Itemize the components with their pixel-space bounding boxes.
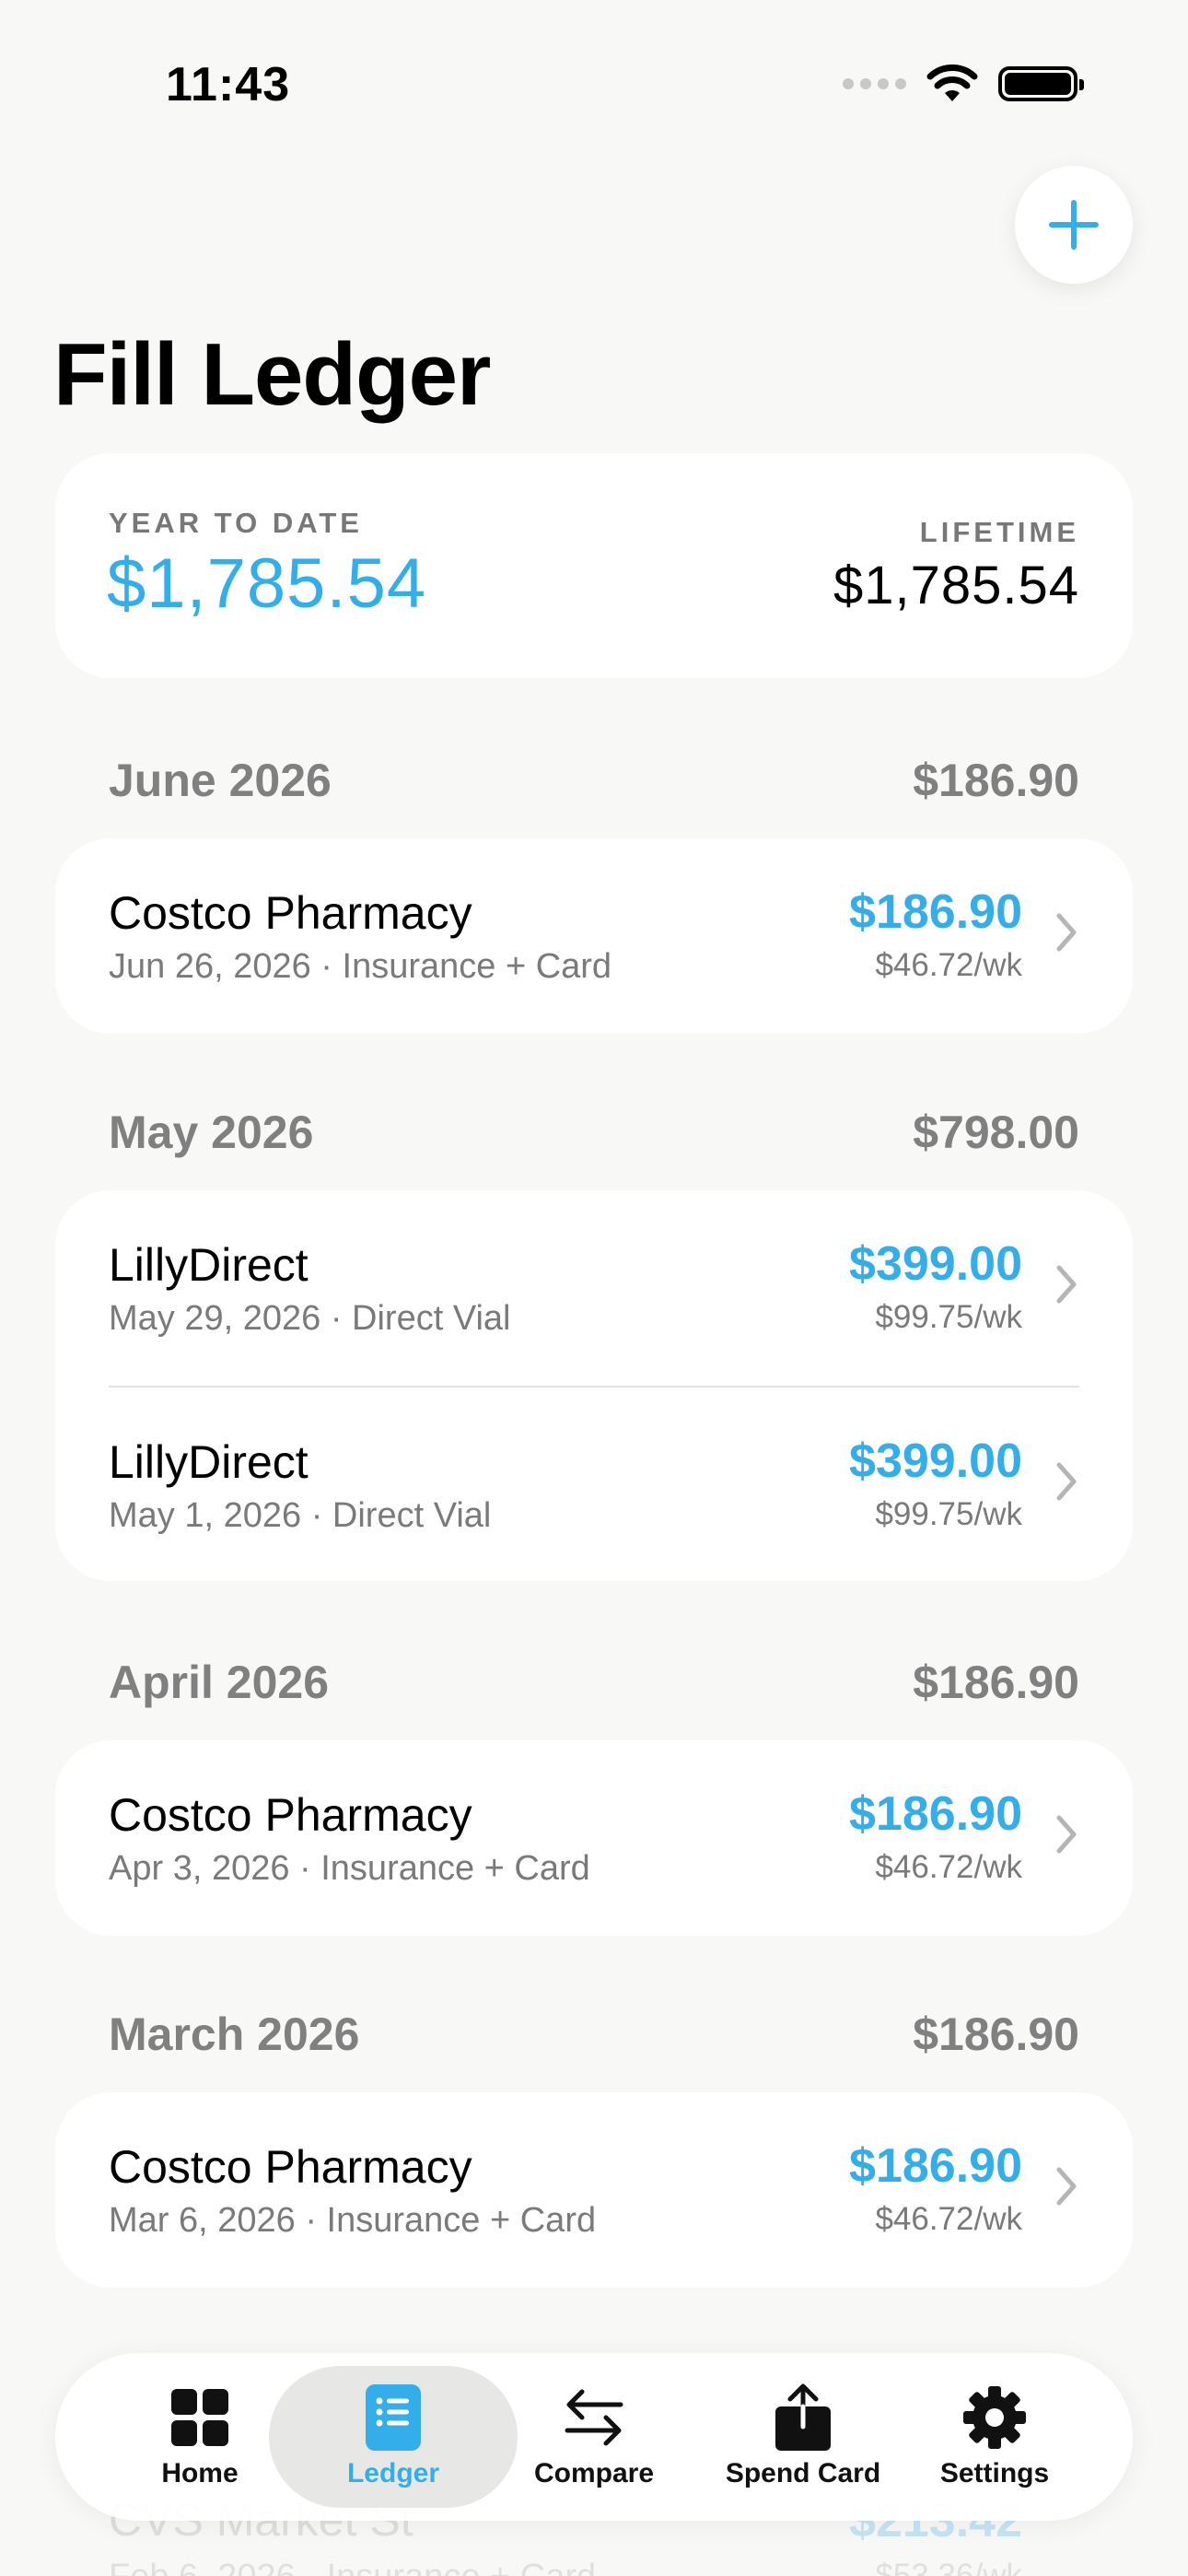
tab-label: Spend Card [725, 2458, 881, 2488]
tab-label: Ledger [346, 2458, 440, 2488]
summary-card: YEAR TO DATE $1,785.54 LIFETIME $1,785.5… [55, 453, 1133, 678]
tab-label: Home [161, 2458, 239, 2488]
fill-row[interactable]: Costco Pharmacy Jun 26, 2026 · Insurance… [55, 838, 1133, 1034]
fill-weekly: $46.72/wk [875, 2201, 1022, 2237]
chevron-right-icon [1056, 1265, 1077, 1304]
fill-weekly: $46.72/wk [875, 947, 1022, 983]
fill-meta: Mar 6, 2026 · Insurance + Card [109, 2201, 597, 2240]
plus-icon [1049, 200, 1099, 250]
tab-bar: Home Ledger Compare Spend Card Settings [55, 2353, 1133, 2521]
list-icon [360, 2384, 426, 2451]
ytd-label: YEAR TO DATE [109, 507, 363, 539]
month-label: May 2026 [109, 1107, 314, 1158]
gear-icon [961, 2384, 1028, 2451]
battery-icon [998, 66, 1084, 101]
lifetime-value: $1,785.54 [833, 556, 1079, 615]
wifi-icon [926, 64, 978, 101]
fill-vendor: Costco Pharmacy [109, 887, 472, 939]
month-total: $186.90 [913, 1657, 1079, 1708]
fill-row[interactable]: Costco Pharmacy Apr 3, 2026 · Insurance … [55, 1740, 1133, 1936]
fill-meta: Jun 26, 2026 · Insurance + Card [109, 947, 612, 986]
month-total: $186.90 [913, 755, 1079, 806]
month-header-march: March 2026 $186.90 [109, 2008, 1079, 2061]
signal-icon [843, 78, 906, 89]
month-label: April 2026 [109, 1657, 330, 1708]
fill-amount: $399.00 [849, 1237, 1022, 1291]
status-bar: 11:43 [0, 0, 1188, 138]
month-card-may: LillyDirect May 29, 2026 · Direct Vial $… [55, 1190, 1133, 1581]
grid-icon [167, 2384, 233, 2451]
tab-home[interactable]: Home [140, 2353, 260, 2521]
fill-weekly: $53.36/wk [875, 2558, 1022, 2576]
share-icon [770, 2383, 836, 2451]
fill-amount: $186.90 [849, 2139, 1022, 2193]
status-time: 11:43 [166, 58, 291, 111]
chevron-right-icon [1056, 1815, 1077, 1854]
month-header-may: May 2026 $798.00 [109, 1106, 1079, 1159]
fill-vendor: LillyDirect [109, 1239, 309, 1291]
chevron-right-icon [1056, 2167, 1077, 2206]
fill-weekly: $46.72/wk [875, 1849, 1022, 1885]
tab-label: Settings [939, 2458, 1050, 2488]
tab-ledger[interactable]: Ledger [324, 2353, 462, 2521]
status-icons [843, 64, 1084, 103]
tab-compare[interactable]: Compare [525, 2353, 663, 2521]
chevron-right-icon [1056, 1462, 1077, 1501]
month-label: March 2026 [109, 2008, 360, 2060]
tab-settings[interactable]: Settings [930, 2353, 1059, 2521]
fill-weekly: $99.75/wk [875, 1496, 1022, 1532]
page-title: Fill Ledger [53, 325, 491, 424]
add-fill-button[interactable] [1015, 166, 1133, 284]
month-header-april: April 2026 $186.90 [109, 1656, 1079, 1709]
month-card-march: Costco Pharmacy Mar 6, 2026 · Insurance … [55, 2092, 1133, 2288]
fill-amount: $399.00 [849, 1434, 1022, 1488]
month-total: $186.90 [913, 2008, 1079, 2060]
fill-meta: Feb 6, 2026 · Insurance + Card [109, 2558, 596, 2576]
fill-vendor: Costco Pharmacy [109, 1789, 472, 1841]
fill-meta: Apr 3, 2026 · Insurance + Card [109, 1849, 590, 1888]
fill-row[interactable]: LillyDirect May 1, 2026 · Direct Vial $3… [109, 1386, 1079, 1581]
fill-row[interactable]: Costco Pharmacy Mar 6, 2026 · Insurance … [55, 2092, 1133, 2288]
arrows-icon [561, 2384, 627, 2451]
fill-row[interactable]: LillyDirect May 29, 2026 · Direct Vial $… [55, 1190, 1133, 1386]
fill-meta: May 29, 2026 · Direct Vial [109, 1299, 511, 1338]
fill-meta: May 1, 2026 · Direct Vial [109, 1496, 492, 1535]
fill-amount: $186.90 [849, 1787, 1022, 1841]
fill-amount: $186.90 [849, 885, 1022, 939]
ytd-value: $1,785.54 [107, 544, 427, 623]
lifetime-label: LIFETIME [919, 516, 1079, 548]
fill-vendor: LillyDirect [109, 1436, 309, 1488]
month-card-june: Costco Pharmacy Jun 26, 2026 · Insurance… [55, 838, 1133, 1034]
tab-spend-card[interactable]: Spend Card [711, 2353, 895, 2521]
month-label: June 2026 [109, 755, 332, 806]
chevron-right-icon [1056, 913, 1077, 952]
fill-vendor: Costco Pharmacy [109, 2141, 472, 2193]
tab-label: Compare [533, 2458, 655, 2488]
month-header-june: June 2026 $186.90 [109, 754, 1079, 807]
fill-weekly: $99.75/wk [875, 1299, 1022, 1335]
month-card-april: Costco Pharmacy Apr 3, 2026 · Insurance … [55, 1740, 1133, 1936]
month-total: $798.00 [913, 1107, 1079, 1158]
